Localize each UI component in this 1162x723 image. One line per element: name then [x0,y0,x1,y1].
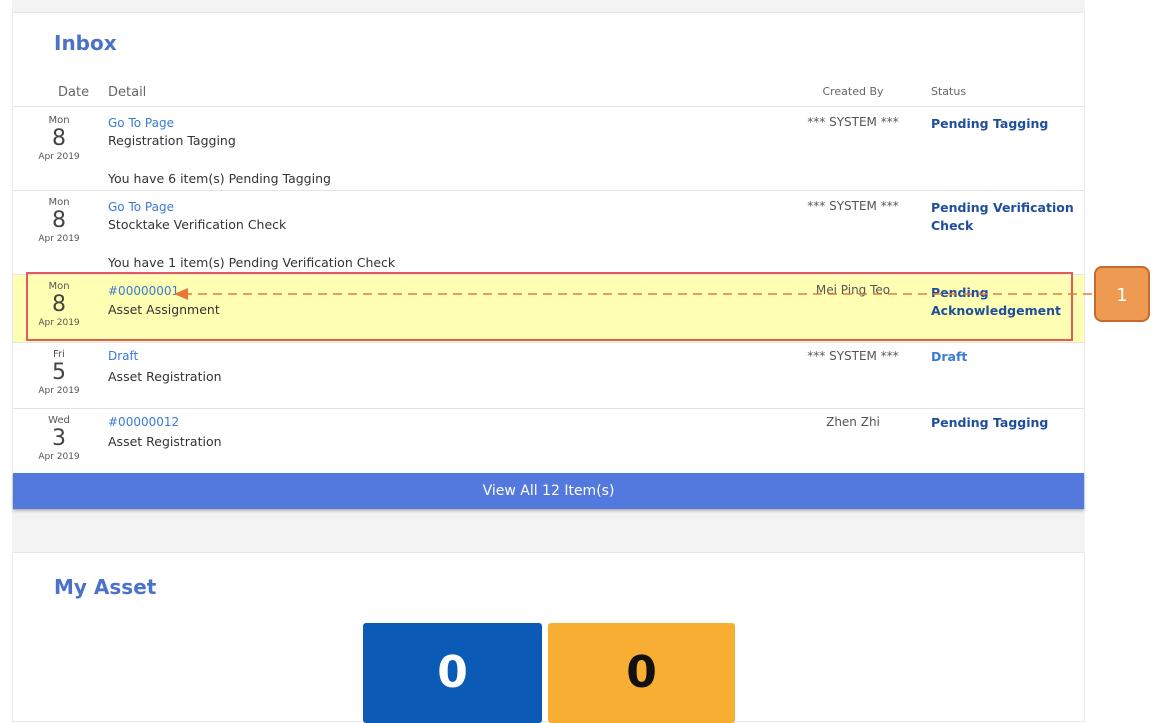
annotation-badge: 1 [1094,266,1150,322]
annotation-arrow [174,288,1092,300]
